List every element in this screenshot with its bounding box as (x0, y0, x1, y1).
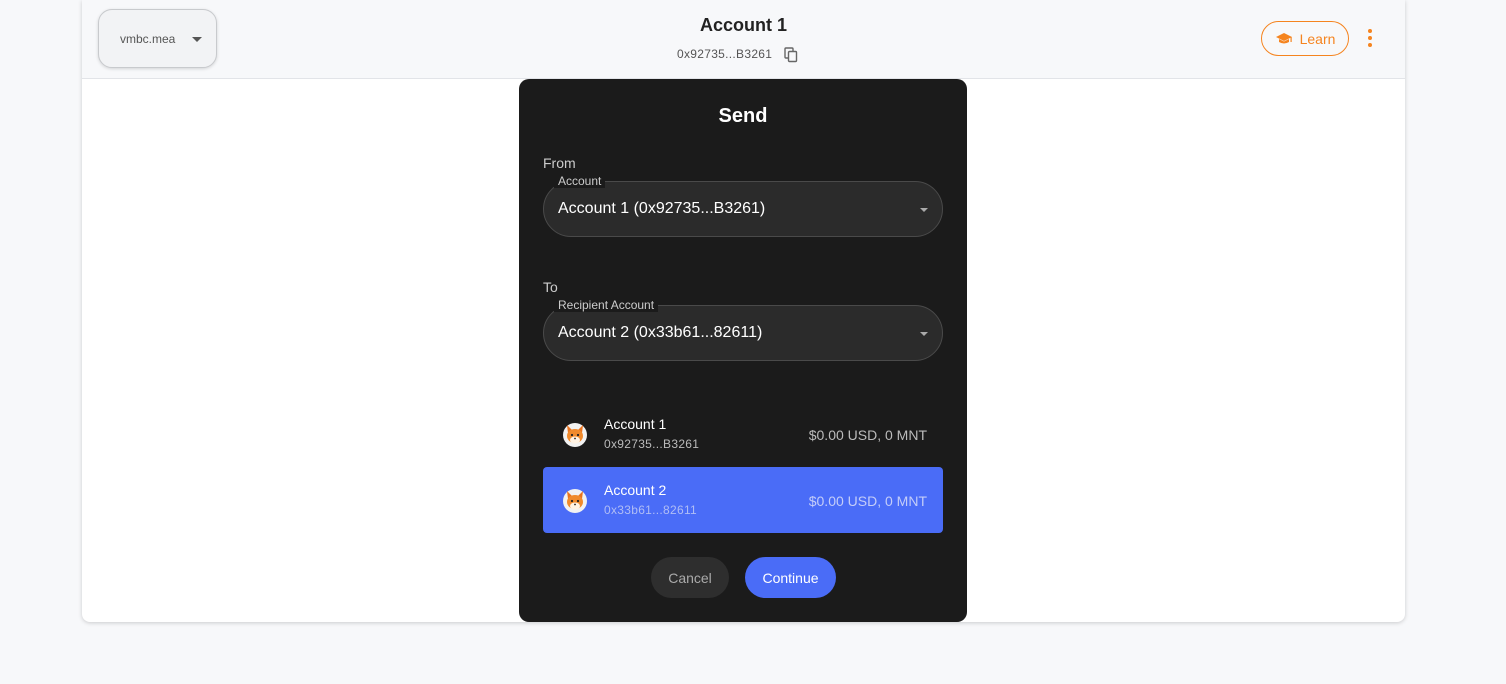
from-select-legend: Account (554, 174, 606, 188)
learn-button[interactable]: Learn (1261, 21, 1349, 56)
chevron-down-icon (192, 37, 202, 42)
recipient-select-legend: Recipient Account (554, 298, 659, 312)
continue-button[interactable]: Continue (745, 557, 836, 598)
account-name: Account 1 (604, 416, 667, 432)
from-account-select[interactable]: Account Account 1 (0x92735...B3261) (543, 174, 943, 237)
fox-avatar-icon (563, 423, 587, 447)
fox-avatar-icon (563, 489, 587, 513)
header-bar: vmbc.mea Account 1 0x92735...B3261 Learn (82, 0, 1405, 79)
account-address: 0x33b61...82611 (604, 503, 698, 517)
send-modal: Send From Account Account 1 (0x92735...B… (519, 79, 967, 622)
account-option-2[interactable]: Account 2 0x33b61...82611 $0.00 USD, 0 M… (543, 467, 943, 533)
to-label: To (543, 279, 558, 295)
recipient-account-select[interactable]: Recipient Account Account 2 (0x33b61...8… (543, 298, 943, 361)
graduation-cap-icon (1275, 32, 1292, 43)
from-select-value: Account 1 (0x92735...B3261) (558, 200, 766, 217)
account-balance: $0.00 USD, 0 MNT (808, 427, 927, 443)
from-label: From (543, 155, 576, 171)
account-title: Account 1 (699, 15, 787, 35)
copy-icon[interactable] (784, 47, 798, 63)
account-option-1[interactable]: Account 1 0x92735...B3261 $0.00 USD, 0 M… (543, 401, 943, 467)
account-address: 0x92735...B3261 (604, 437, 700, 451)
chevron-down-icon (920, 208, 928, 212)
cancel-button[interactable]: Cancel (651, 557, 729, 598)
account-balance: $0.00 USD, 0 MNT (808, 493, 927, 509)
account-address: 0x92735...B3261 (677, 47, 773, 61)
chevron-down-icon (920, 332, 928, 336)
learn-label: Learn (1299, 30, 1336, 47)
modal-title: Send (718, 105, 768, 127)
account-name: Account 2 (604, 482, 667, 498)
kebab-menu-icon[interactable] (1362, 27, 1378, 49)
recipient-select-value: Account 2 (0x33b61...82611) (558, 324, 763, 341)
